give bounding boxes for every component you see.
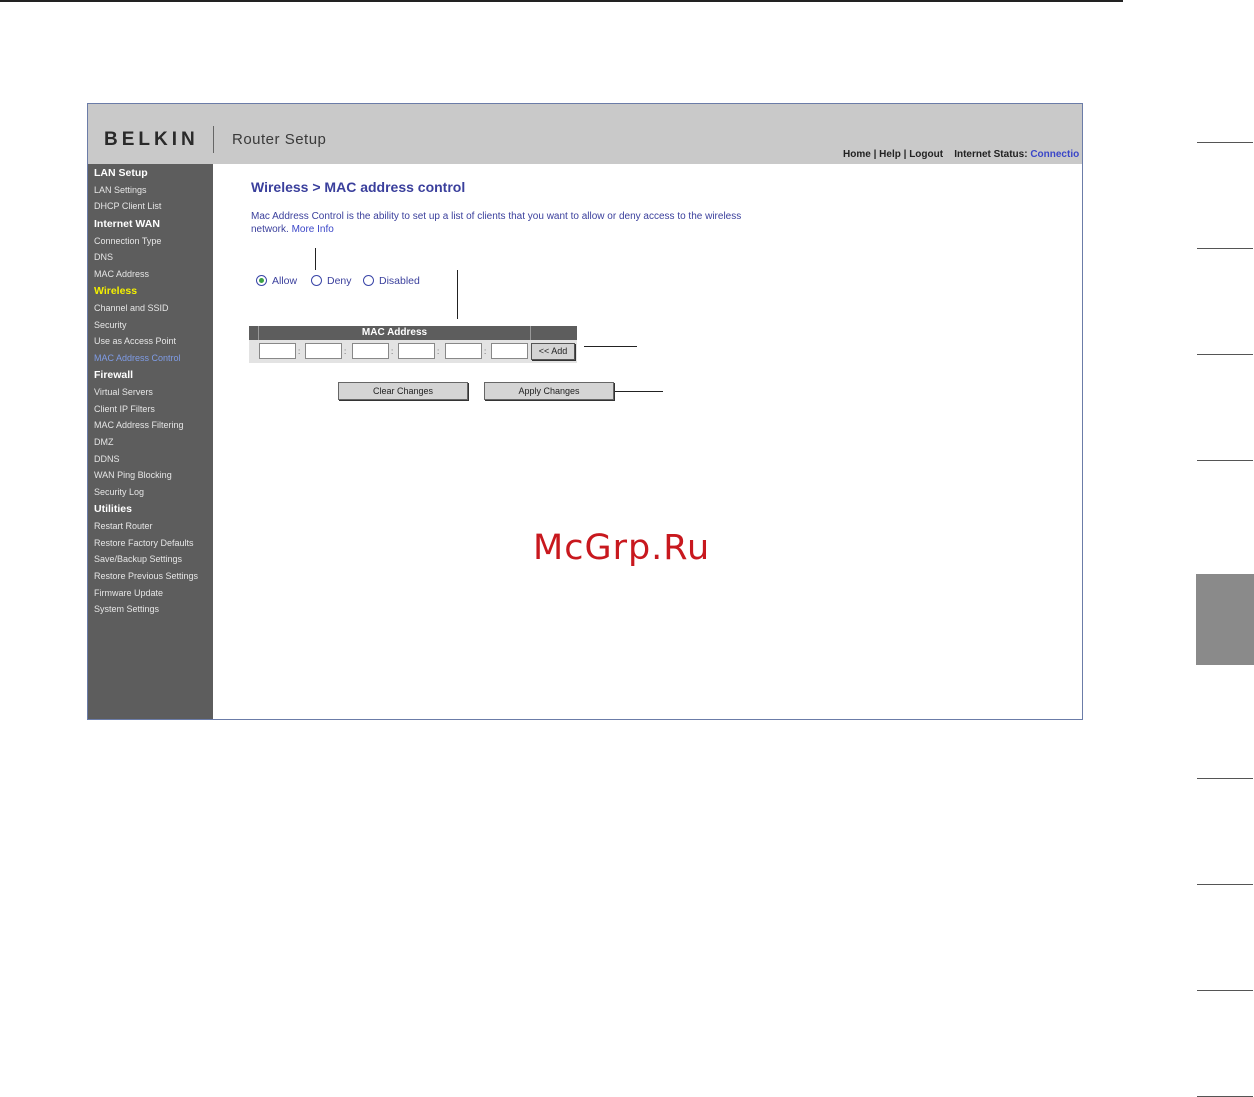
sidebar-item-mac-address-filtering[interactable]: MAC Address Filtering bbox=[94, 420, 184, 430]
disabled-radio[interactable] bbox=[363, 275, 374, 286]
side-rule bbox=[1197, 460, 1253, 461]
radio-selected-dot bbox=[259, 278, 264, 283]
watermark-text: McGrp.Ru bbox=[533, 528, 711, 568]
sidebar-item-dhcp-client-list[interactable]: DHCP Client List bbox=[94, 201, 161, 211]
sidebar-item-connection-type[interactable]: Connection Type bbox=[94, 236, 161, 246]
mac-address-column-header: MAC Address bbox=[361, 327, 428, 338]
side-rule bbox=[1197, 248, 1253, 249]
sidebar-item-client-ip-filters[interactable]: Client IP Filters bbox=[94, 404, 155, 414]
mac-separator: : bbox=[437, 347, 440, 356]
description-text: Mac Address Control is the ability to se… bbox=[251, 210, 751, 236]
chapter-tab-marker bbox=[1196, 574, 1254, 665]
mac-octet-6-input[interactable] bbox=[491, 343, 528, 359]
sidebar-item-ddns[interactable]: DDNS bbox=[94, 454, 120, 464]
sidebar-item-virtual-servers[interactable]: Virtual Servers bbox=[94, 387, 153, 397]
side-rule bbox=[1197, 778, 1253, 779]
callout-line bbox=[584, 346, 637, 347]
sidebar-item-security-log[interactable]: Security Log bbox=[94, 487, 144, 497]
mac-octet-1-input[interactable] bbox=[259, 343, 296, 359]
mac-octet-3-input[interactable] bbox=[352, 343, 389, 359]
side-rule bbox=[1197, 354, 1253, 355]
mac-address-table: MAC Address : : : : : << Add bbox=[249, 326, 577, 363]
header-separator bbox=[213, 126, 214, 153]
sidebar-section-utilities[interactable]: Utilities bbox=[94, 503, 132, 515]
home-link[interactable]: Home bbox=[843, 149, 871, 160]
belkin-logo: BELKIN bbox=[104, 129, 199, 150]
deny-label: Deny bbox=[327, 275, 352, 287]
sidebar-item-dns[interactable]: DNS bbox=[94, 252, 113, 262]
sidebar-item-dmz[interactable]: DMZ bbox=[94, 437, 114, 447]
link-separator: | bbox=[900, 149, 910, 160]
clear-changes-button[interactable]: Clear Changes bbox=[338, 382, 468, 400]
sidebar-item-system-settings[interactable]: System Settings bbox=[94, 604, 159, 614]
mac-octet-4-input[interactable] bbox=[398, 343, 435, 359]
mac-entry-row: : : : : : << Add bbox=[249, 340, 577, 363]
deny-radio[interactable] bbox=[311, 275, 322, 286]
sidebar: LAN Setup LAN Settings DHCP Client List … bbox=[88, 164, 213, 719]
sidebar-item-restart-router[interactable]: Restart Router bbox=[94, 521, 153, 531]
sidebar-item-wan-ping-blocking[interactable]: WAN Ping Blocking bbox=[94, 470, 172, 480]
mac-separator: : bbox=[391, 347, 394, 356]
mac-octet-5-input[interactable] bbox=[445, 343, 482, 359]
sidebar-section-lan-setup[interactable]: LAN Setup bbox=[94, 167, 148, 179]
header-bar: BELKIN Router Setup Home | Help | Logout… bbox=[88, 104, 1082, 164]
sidebar-item-mac-address-control[interactable]: MAC Address Control bbox=[94, 353, 181, 363]
disabled-label: Disabled bbox=[379, 275, 420, 287]
allow-label: Allow bbox=[272, 275, 298, 287]
side-rule bbox=[1197, 884, 1253, 885]
header-links: Home | Help | Logout Internet Status: Co… bbox=[843, 149, 1079, 160]
mac-separator: : bbox=[344, 347, 347, 356]
page-top-rule bbox=[0, 0, 1123, 2]
mac-separator: : bbox=[298, 347, 301, 356]
add-mac-button[interactable]: << Add bbox=[531, 343, 575, 360]
sidebar-section-firewall[interactable]: Firewall bbox=[94, 369, 133, 381]
sidebar-section-wireless[interactable]: Wireless bbox=[94, 285, 137, 297]
sidebar-item-firmware-update[interactable]: Firmware Update bbox=[94, 588, 163, 598]
logout-link[interactable]: Logout bbox=[909, 149, 943, 160]
allow-radio[interactable] bbox=[256, 275, 267, 286]
page-title: Wireless > MAC address control bbox=[251, 179, 466, 195]
apply-changes-button[interactable]: Apply Changes bbox=[484, 382, 614, 400]
sidebar-item-use-as-access-point[interactable]: Use as Access Point bbox=[94, 336, 176, 346]
sidebar-item-security[interactable]: Security bbox=[94, 320, 127, 330]
callout-line bbox=[457, 270, 458, 319]
internet-status-label: Internet Status: bbox=[954, 149, 1028, 160]
mac-octet-2-input[interactable] bbox=[305, 343, 342, 359]
internet-status-value: Connectio bbox=[1030, 149, 1080, 160]
more-info-link[interactable]: More Info bbox=[292, 224, 334, 235]
side-rule bbox=[1197, 990, 1253, 991]
sidebar-item-channel-and-ssid[interactable]: Channel and SSID bbox=[94, 303, 169, 313]
sidebar-item-restore-previous-settings[interactable]: Restore Previous Settings bbox=[94, 571, 198, 581]
mac-table-header: MAC Address bbox=[249, 326, 577, 340]
sidebar-item-save-backup-settings[interactable]: Save/Backup Settings bbox=[94, 554, 182, 564]
callout-line bbox=[315, 248, 316, 270]
header-title: Router Setup bbox=[232, 131, 327, 148]
help-link[interactable]: Help bbox=[879, 149, 901, 160]
main-content: Wireless > MAC address control Mac Addre… bbox=[213, 164, 1082, 719]
side-rule bbox=[1197, 142, 1253, 143]
sidebar-item-restore-factory-defaults[interactable]: Restore Factory Defaults bbox=[94, 538, 194, 548]
sidebar-item-lan-settings[interactable]: LAN Settings bbox=[94, 185, 147, 195]
link-separator: | bbox=[870, 149, 880, 160]
callout-line bbox=[615, 391, 663, 392]
mac-separator: : bbox=[484, 347, 487, 356]
sidebar-section-internet-wan[interactable]: Internet WAN bbox=[94, 218, 160, 230]
column-divider bbox=[530, 326, 531, 340]
router-setup-screen: BELKIN Router Setup Home | Help | Logout… bbox=[87, 103, 1083, 720]
sidebar-item-mac-address[interactable]: MAC Address bbox=[94, 269, 149, 279]
